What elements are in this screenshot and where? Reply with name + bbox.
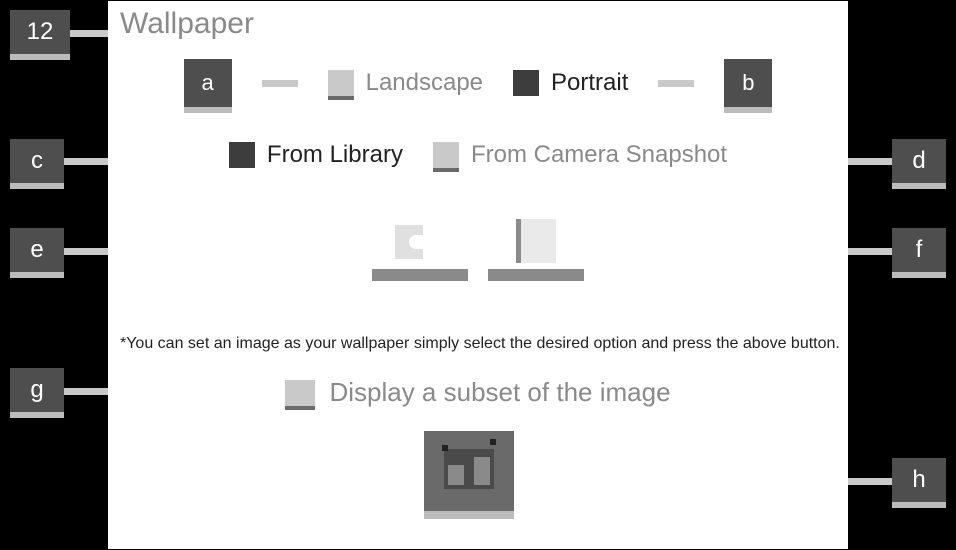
radio-selected-icon <box>229 142 255 168</box>
callout-d: d <box>892 139 946 183</box>
library-button[interactable] <box>372 219 468 289</box>
option-portrait[interactable]: Portrait <box>513 69 628 97</box>
callout-e: e <box>10 228 64 272</box>
callout-f: f <box>892 228 946 272</box>
action-buttons-row <box>108 219 848 289</box>
label-landscape: Landscape <box>366 69 483 97</box>
label-from-camera: From Camera Snapshot <box>471 141 727 169</box>
help-note: *You can set an image as your wallpaper … <box>120 335 840 353</box>
callout-c: c <box>10 139 64 183</box>
thumb-a[interactable]: a <box>184 59 232 107</box>
callout-h: h <box>892 458 946 502</box>
radio-selected-icon <box>513 70 539 96</box>
connector <box>70 30 110 37</box>
callout-12: 12 <box>10 10 70 54</box>
option-from-library[interactable]: From Library <box>229 141 403 169</box>
crop-button[interactable] <box>424 431 514 511</box>
subset-row: Display a subset of the image <box>108 377 848 408</box>
label-portrait: Portrait <box>551 69 628 97</box>
page-title: Wallpaper <box>120 7 254 41</box>
thumb-b[interactable]: b <box>724 59 772 107</box>
callout-g: g <box>10 368 64 412</box>
orientation-row: a Landscape Portrait b <box>108 59 848 107</box>
wallpaper-panel: Wallpaper a Landscape Portrait b From Li… <box>108 1 848 549</box>
option-landscape[interactable]: Landscape <box>328 69 483 97</box>
button-bar <box>488 269 584 281</box>
radio-unselected-icon <box>328 70 354 96</box>
connector <box>658 80 694 87</box>
source-row: From Library From Camera Snapshot <box>108 141 848 169</box>
snapshot-button[interactable] <box>488 219 584 289</box>
checkbox-unchecked-icon[interactable] <box>285 380 315 406</box>
label-from-library: From Library <box>267 141 403 169</box>
option-from-camera[interactable]: From Camera Snapshot <box>433 141 727 169</box>
snapshot-icon <box>516 219 556 263</box>
radio-unselected-icon <box>433 142 459 168</box>
connector <box>262 80 298 87</box>
crop-icon <box>444 449 494 489</box>
library-icon <box>395 219 445 263</box>
label-subset: Display a subset of the image <box>329 377 670 408</box>
button-bar <box>372 269 468 281</box>
